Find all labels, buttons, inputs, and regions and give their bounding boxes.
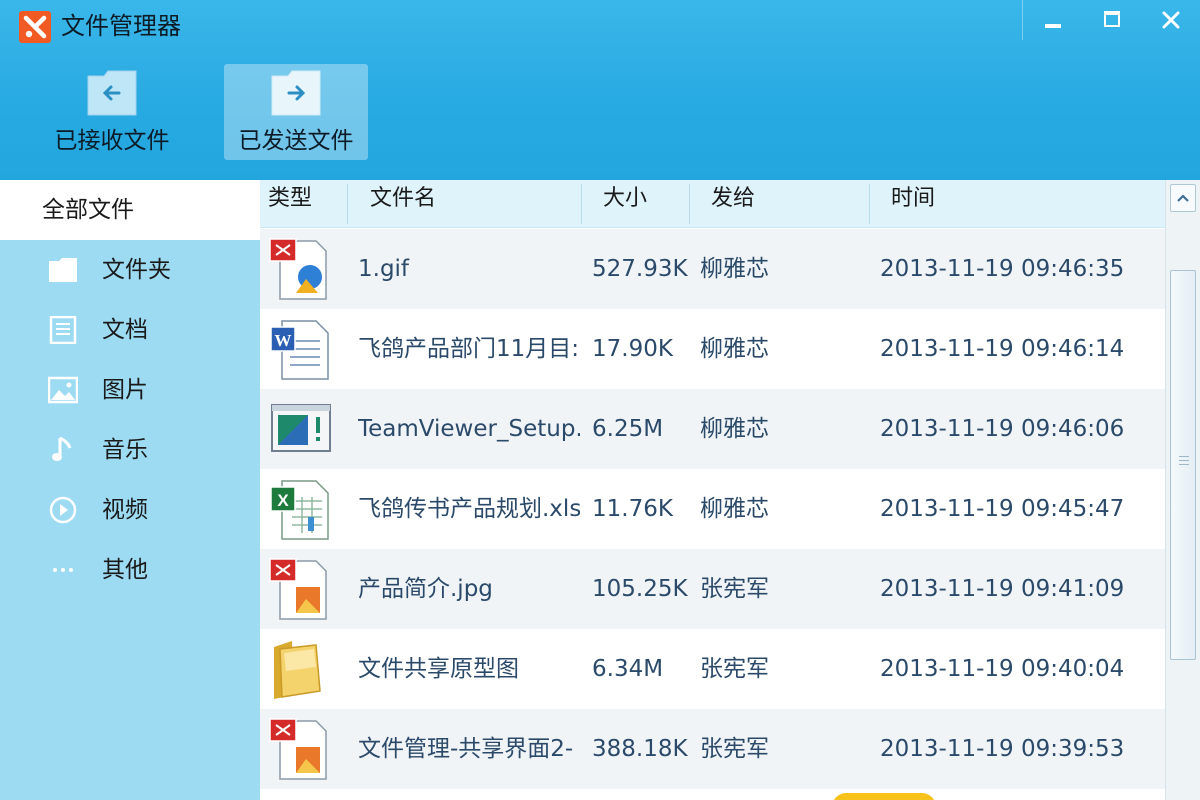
header-bar: 文件管理器 已接收文件 已发送文件: [0, 0, 1200, 180]
sidebar-item-label: 视频: [102, 497, 148, 523]
column-divider: [581, 184, 582, 224]
column-header-recipient[interactable]: 发给: [711, 184, 755, 214]
column-divider: [689, 184, 690, 224]
document-icon: [49, 316, 77, 344]
file-time: 2013-11-19 09:46:35: [880, 256, 1125, 282]
file-recipient: 柳雅芯: [700, 336, 769, 362]
file-name: 文件共享原型图: [358, 656, 519, 682]
file-list: 1.gif 527.93K 柳雅芯 2013-11-19 09:46:35 W …: [260, 229, 1165, 800]
grip-line: [1179, 464, 1189, 465]
column-divider: [347, 184, 348, 224]
file-name: 飞鸽产品部门11月目:: [358, 336, 580, 362]
file-recipient: 柳雅芯: [700, 496, 769, 522]
close-icon: [1162, 11, 1180, 29]
scroll-up-button[interactable]: [1170, 184, 1196, 212]
file-time: 2013-11-19 09:40:04: [880, 656, 1125, 682]
sidebar-item-label: 图片: [102, 377, 148, 403]
file-name: 产品简介.jpg: [358, 576, 493, 602]
received-files-label: 已接收文件: [54, 128, 170, 154]
column-header-size[interactable]: 大小: [603, 184, 647, 214]
sidebar-item-label: 文件夹: [102, 257, 171, 283]
file-name: 1.gif: [358, 256, 410, 282]
notification-badge: [832, 793, 936, 800]
file-size: 17.90K: [592, 336, 673, 362]
table-row[interactable]: TeamViewer_Setup. 6.25M 柳雅芯 2013-11-19 0…: [260, 389, 1165, 469]
folder-send-icon: [271, 70, 321, 116]
file-recipient: 柳雅芯: [700, 416, 769, 442]
folder-receive-icon: [87, 70, 137, 116]
image-file-icon: [269, 238, 327, 300]
file-recipient: 张宪军: [700, 656, 769, 682]
sidebar-item-video[interactable]: 视频: [0, 480, 260, 540]
sidebar-item-other[interactable]: 其他: [0, 540, 260, 600]
file-size: 527.93K: [592, 256, 688, 282]
sidebar-item-label: 全部文件: [42, 197, 134, 223]
file-recipient: 柳雅芯: [700, 256, 769, 282]
file-name: 文件管理-共享界面2-: [358, 736, 574, 762]
video-icon: [49, 496, 77, 524]
table-row[interactable]: X 飞鸽传书产品规划.xls 11.76K 柳雅芯 2013-11-19 09:…: [260, 469, 1165, 549]
grip-line: [1179, 456, 1189, 457]
maximize-button[interactable]: [1082, 0, 1142, 40]
file-recipient: 张宪军: [700, 576, 769, 602]
column-header-type[interactable]: 类型: [268, 184, 312, 214]
file-time: 2013-11-19 09:45:47: [880, 496, 1125, 522]
folder-icon: [49, 258, 77, 282]
table-row[interactable]: 产品简介.jpg 105.25K 张宪军 2013-11-19 09:41:09: [260, 549, 1165, 629]
more-icon: [53, 568, 73, 572]
sidebar-item-label: 其他: [102, 557, 148, 583]
sidebar-item-documents[interactable]: 文档: [0, 300, 260, 360]
minimize-icon: [1044, 24, 1061, 28]
column-header-time[interactable]: 时间: [891, 184, 935, 214]
excel-file-icon: X: [270, 480, 329, 540]
table-row[interactable]: 1.gif 527.93K 柳雅芯 2013-11-19 09:46:35: [260, 229, 1165, 309]
maximize-icon: [1104, 11, 1120, 27]
sidebar-item-label: 音乐: [102, 437, 148, 463]
sidebar-item-folder[interactable]: 文件夹: [0, 240, 260, 300]
vertical-scrollbar[interactable]: [1165, 180, 1200, 800]
file-time: 2013-11-19 09:39:53: [880, 736, 1125, 762]
file-time: 2013-11-19 09:46:14: [880, 336, 1125, 362]
file-time: 2013-11-19 09:41:09: [880, 576, 1125, 602]
svg-text:X: X: [277, 491, 289, 510]
column-divider: [869, 184, 870, 224]
app-logo-icon: [19, 11, 51, 43]
grip-line: [1179, 460, 1189, 461]
close-button[interactable]: [1142, 0, 1200, 40]
music-icon: [52, 436, 72, 461]
file-size: 105.25K: [592, 576, 688, 602]
table-row[interactable]: W 飞鸽产品部门11月目: 17.90K 柳雅芯 2013-11-19 09:4…: [260, 309, 1165, 389]
image-file-icon: [269, 718, 327, 780]
image-file-icon: [269, 558, 327, 620]
sidebar-item-all-files[interactable]: 全部文件: [0, 180, 260, 240]
table-header: 类型 文件名 大小 发给 时间: [260, 180, 1165, 228]
sidebar: 全部文件 文件夹 文档 图片 音乐 视频 其他: [0, 180, 260, 800]
file-recipient: 张宪军: [700, 736, 769, 762]
scroll-thumb[interactable]: [1170, 270, 1196, 660]
word-file-icon: W: [270, 320, 329, 380]
sidebar-item-label: 文档: [102, 317, 148, 343]
sent-files-button[interactable]: 已发送文件: [224, 64, 368, 160]
file-size: 6.34M: [592, 656, 664, 682]
file-time: 2013-11-19 09:46:06: [880, 416, 1125, 442]
chevron-up-icon: [1177, 194, 1189, 202]
sidebar-item-images[interactable]: 图片: [0, 360, 260, 420]
table-row[interactable]: 文件管理-共享界面2- 388.18K 张宪军 2013-11-19 09:39…: [260, 709, 1165, 789]
table-row[interactable]: 文件共享原型图 6.34M 张宪军 2013-11-19 09:40:04: [260, 629, 1165, 709]
column-header-name[interactable]: 文件名: [370, 184, 436, 214]
received-files-button[interactable]: 已接收文件: [40, 64, 184, 160]
file-size: 11.76K: [592, 496, 673, 522]
folder-file-icon: [274, 641, 321, 699]
executable-file-icon: [271, 404, 331, 452]
window-title: 文件管理器: [61, 12, 181, 40]
file-size: 6.25M: [592, 416, 664, 442]
file-name: 飞鸽传书产品规划.xls: [358, 496, 580, 522]
sent-files-label: 已发送文件: [238, 128, 354, 154]
file-name: TeamViewer_Setup.: [358, 416, 580, 442]
sidebar-item-music[interactable]: 音乐: [0, 420, 260, 480]
svg-text:W: W: [275, 331, 292, 350]
image-icon: [48, 376, 78, 404]
file-size: 388.18K: [592, 736, 688, 762]
minimize-button[interactable]: [1022, 0, 1082, 40]
